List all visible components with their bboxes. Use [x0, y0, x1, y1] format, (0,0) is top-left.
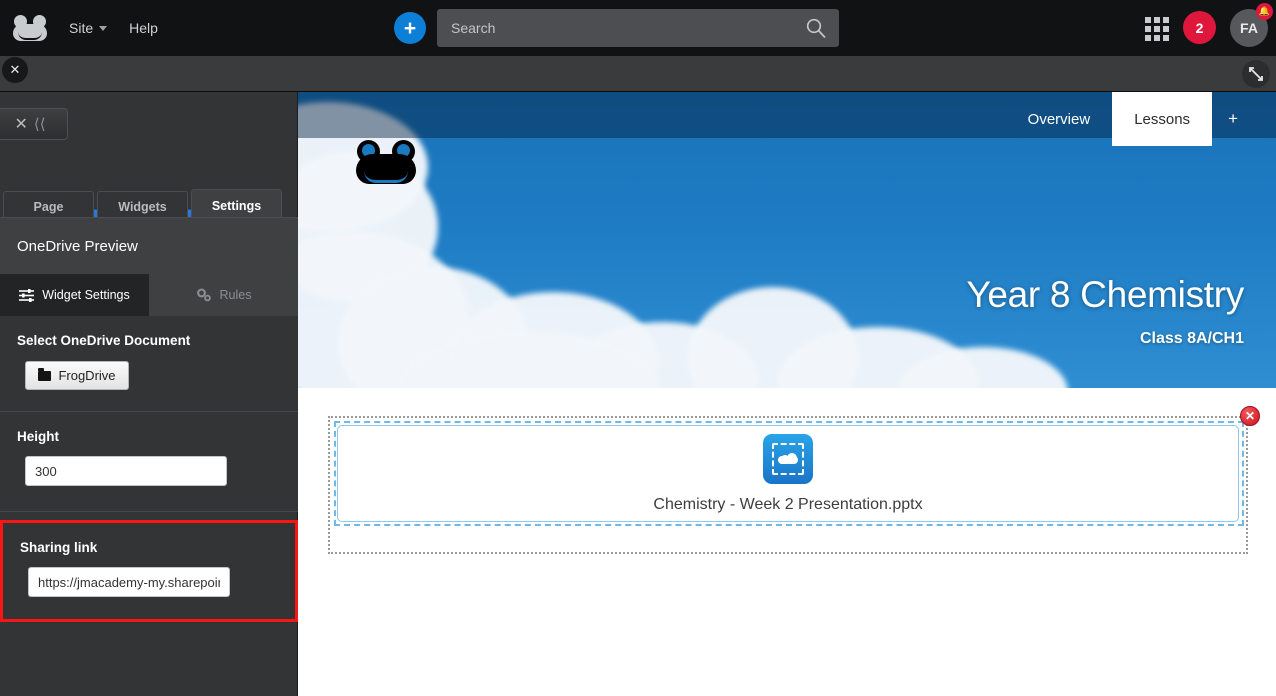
site-tab-lessons[interactable]: Lessons	[1112, 92, 1213, 146]
notification-count-badge[interactable]: 2	[1183, 11, 1216, 44]
page-subtitle: Class 8A/CH1	[1139, 330, 1244, 347]
site-tab-add-label: +	[1228, 109, 1238, 128]
apps-grid-icon[interactable]	[1145, 17, 1169, 41]
height-label: Height	[17, 429, 59, 444]
widget-dropzone[interactable]: Chemistry - Week 2 Presentation.pptx	[328, 416, 1248, 554]
site-tab-lessons-label: Lessons	[1134, 110, 1191, 128]
delete-icon[interactable]: ✕	[1240, 406, 1260, 426]
widget-settings-panel: ✕ ⟨⟨ Save Changes ↶ ↷ Page Widgets Setti…	[0, 92, 298, 696]
site-banner: Overview Lessons + Year 8 Chemistry Clas…	[298, 92, 1276, 388]
panel-widget-title: OneDrive Preview	[0, 218, 298, 274]
panel-toolbar: ✕ ⟨⟨	[0, 92, 297, 170]
site-tab-add[interactable]: +	[1212, 92, 1254, 146]
search-input[interactable]: Search	[451, 20, 495, 36]
panel-widget-title-label: OneDrive Preview	[17, 237, 138, 255]
height-section: Height	[0, 412, 298, 512]
subtab-rules[interactable]: Rules	[149, 274, 298, 316]
chevron-down-icon	[99, 25, 108, 31]
sharing-link-label: Sharing link	[20, 540, 98, 555]
subtab-widget-settings-label: Widget Settings	[42, 288, 130, 302]
select-document-label: Select OneDrive Document	[17, 333, 191, 348]
height-input[interactable]	[25, 456, 227, 486]
add-button[interactable]: +	[394, 12, 426, 44]
selected-widget-frame[interactable]: Chemistry - Week 2 Presentation.pptx	[334, 421, 1244, 526]
search-icon[interactable]	[805, 17, 827, 39]
frogdrive-button[interactable]: FrogDrive	[25, 361, 129, 390]
page-preview: Overview Lessons + Year 8 Chemistry Clas…	[298, 92, 1276, 696]
panel-tabs: Page Widgets Settings	[0, 185, 298, 221]
frog-logo-icon[interactable]	[13, 15, 47, 41]
frogdrive-button-label: FrogDrive	[58, 368, 116, 383]
onedrive-preview-widget[interactable]: Chemistry - Week 2 Presentation.pptx	[337, 425, 1239, 522]
subtab-rules-label: Rules	[219, 288, 252, 302]
gears-icon	[196, 288, 211, 302]
close-icon: ✕	[14, 116, 28, 133]
close-panel-button[interactable]: ✕ ⟨⟨	[0, 108, 68, 140]
site-tab-overview[interactable]: Overview	[1006, 92, 1113, 146]
site-menu-label: Site	[69, 20, 94, 36]
help-link[interactable]: Help	[129, 20, 158, 36]
editor-strip: ✕	[0, 56, 1276, 92]
document-filename[interactable]: Chemistry - Week 2 Presentation.pptx	[653, 496, 922, 514]
onedrive-icon[interactable]	[763, 433, 813, 484]
sharing-link-section: Sharing link	[0, 520, 298, 622]
expand-icon[interactable]	[1242, 60, 1270, 88]
tab-settings-label: Settings	[211, 198, 262, 213]
site-menu[interactable]: Site	[69, 20, 108, 36]
bell-icon[interactable]: 🔔	[1256, 3, 1273, 20]
search-box[interactable]: Search	[437, 9, 839, 47]
add-button-label: +	[403, 16, 417, 40]
sharing-link-input[interactable]	[28, 567, 230, 597]
chevron-left-icon: ⟨⟨	[33, 116, 46, 133]
app-root: Site Help + Search 2 FA 🔔 ✕ ✕ ⟨⟨ Page Wi…	[0, 0, 1276, 696]
site-tab-overview-label: Overview	[1027, 110, 1091, 128]
global-topbar: Site Help + Search 2 FA 🔔	[0, 0, 1276, 56]
tab-widgets-label: Widgets	[118, 199, 167, 214]
folder-icon	[38, 367, 52, 381]
close-icon[interactable]: ✕	[2, 57, 28, 83]
help-link-label: Help	[129, 20, 158, 36]
frog-logo-icon	[356, 140, 416, 184]
subtab-widget-settings[interactable]: Widget Settings	[0, 274, 149, 316]
sliders-icon	[19, 288, 35, 302]
tab-page-label: Page	[33, 199, 64, 214]
panel-subtabs: Widget Settings Rules	[0, 274, 298, 316]
page-title: Year 8 Chemistry	[966, 274, 1244, 315]
avatar-initials: FA	[1240, 20, 1258, 36]
site-tabs: Overview Lessons +	[1006, 92, 1254, 146]
select-document-section: Select OneDrive Document FrogDrive	[0, 316, 298, 412]
notification-count-label: 2	[1195, 19, 1204, 36]
